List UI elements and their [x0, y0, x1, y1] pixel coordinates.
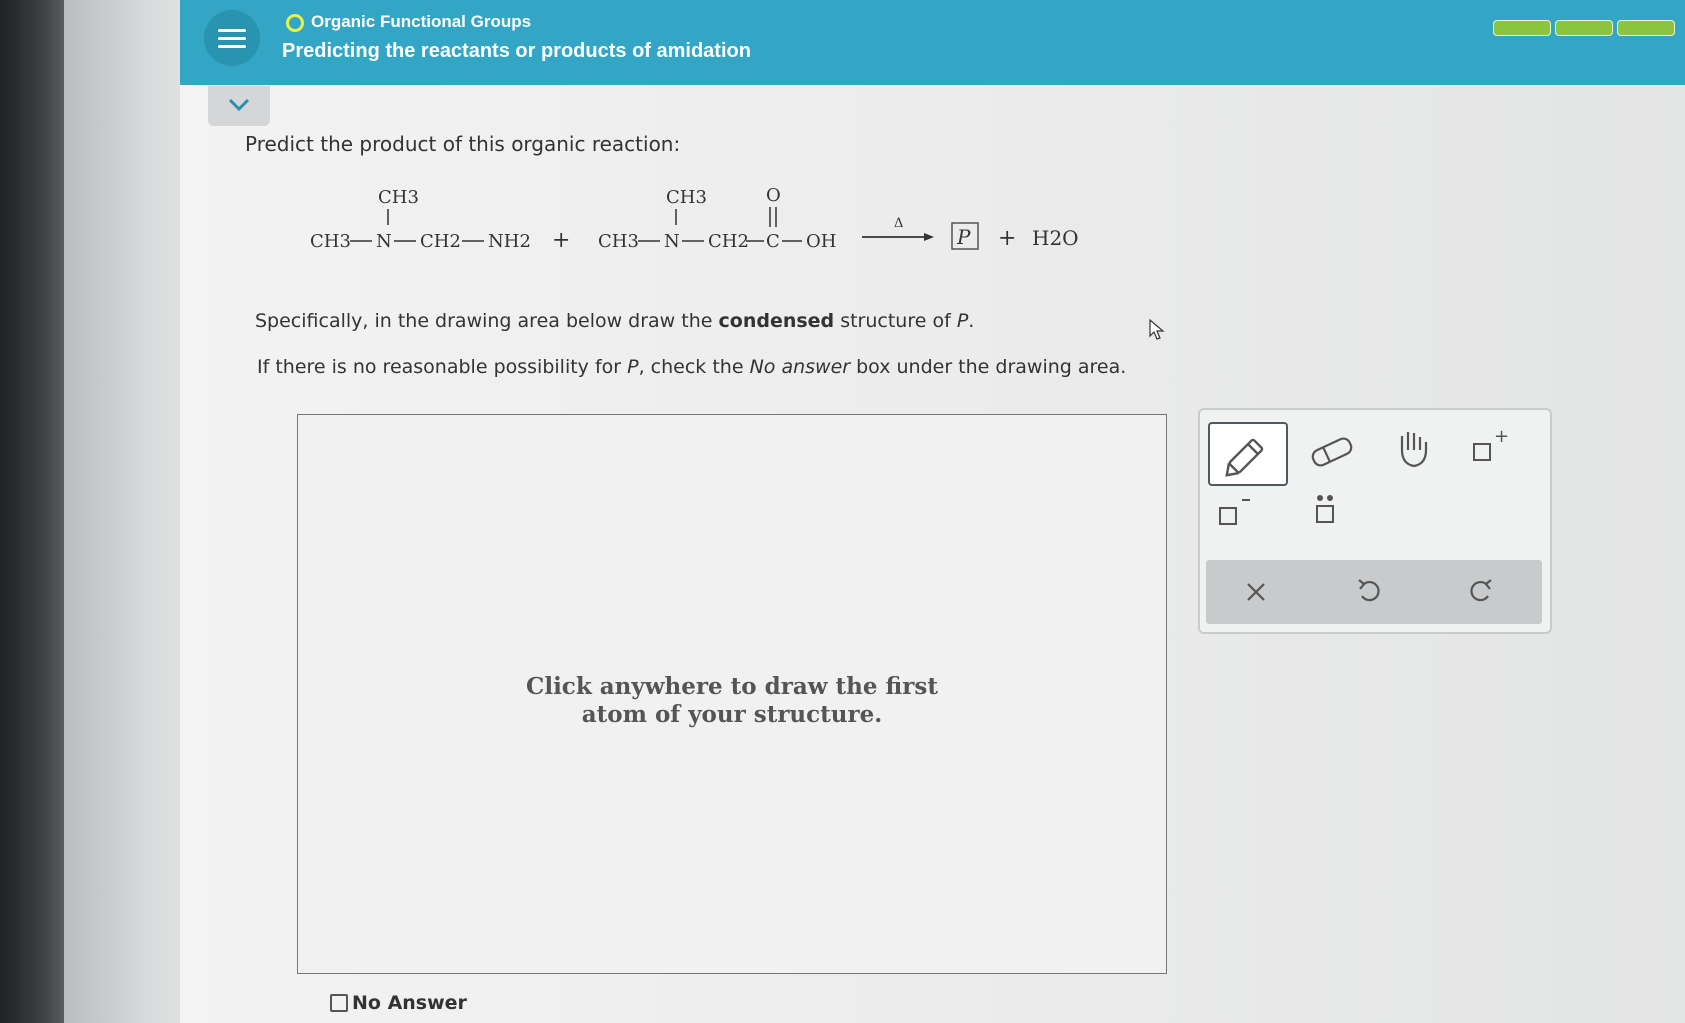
eraser-icon: [1311, 437, 1353, 467]
progress-bar: [1493, 20, 1675, 36]
eraser-tool-button[interactable]: [1302, 426, 1362, 476]
undo-icon: [1358, 579, 1380, 602]
menu-button[interactable]: [204, 10, 260, 66]
pencil-tool-button[interactable]: [1208, 422, 1288, 486]
checkbox-icon: [330, 994, 348, 1012]
add-charge-button[interactable]: +: [1468, 426, 1518, 472]
drawing-canvas[interactable]: Click anywhere to draw the first atom of…: [297, 414, 1167, 974]
r2-group: N: [664, 231, 680, 252]
instruction-text: Specifically, in the drawing area below …: [255, 310, 974, 332]
pencil-icon: [1225, 438, 1264, 477]
header-bar: Organic Functional Groups Predicting the…: [180, 0, 1685, 85]
hand-icon: [1400, 432, 1428, 468]
instruction-part: If there is no reasonable possibility fo…: [257, 356, 628, 378]
progress-segment: [1617, 20, 1675, 36]
r1-group: NH2: [488, 231, 531, 252]
r2-carbonyl-oxygen: O: [766, 185, 781, 206]
svg-text:+: +: [1494, 426, 1509, 447]
monitor-bezel: [0, 0, 64, 1023]
undo-button[interactable]: [1350, 572, 1390, 612]
clear-button[interactable]: [1236, 574, 1276, 610]
no-answer-checkbox[interactable]: No Answer: [330, 992, 467, 1014]
instruction-part: , check the: [638, 356, 750, 378]
redo-icon: [1470, 579, 1492, 602]
topic-status-icon: [286, 14, 304, 32]
instruction-part: structure of: [834, 310, 957, 332]
progress-segment: [1493, 20, 1551, 36]
instruction-part: Specifically, in the drawing area below …: [255, 310, 719, 332]
lone-pair-button[interactable]: [1300, 488, 1350, 538]
screen-margin: [64, 0, 180, 1023]
remove-charge-button[interactable]: [1214, 490, 1264, 536]
menu-icon-line: [218, 29, 246, 32]
r2-group: CH3: [598, 231, 639, 252]
instruction-em: No answer: [749, 356, 851, 378]
lone-pair-icon: [1316, 495, 1334, 523]
no-answer-label: No Answer: [352, 992, 467, 1014]
instruction-part: box under the drawing area.: [850, 356, 1127, 378]
instruction-part: .: [968, 310, 975, 332]
canvas-hint: Click anywhere to draw the first atom of…: [298, 673, 1166, 729]
canvas-hint-line: Click anywhere to draw the first: [526, 673, 938, 700]
add-charge-icon: +: [1473, 426, 1509, 461]
r2-top-methyl: CH3: [666, 187, 707, 208]
mouse-cursor-icon: [1149, 318, 1165, 340]
progress-segment: [1555, 20, 1613, 36]
instruction-var: P: [956, 310, 969, 332]
hand-tool-button[interactable]: [1388, 424, 1440, 474]
heat-symbol: Δ: [894, 216, 903, 231]
r1-top-methyl: CH3: [378, 187, 419, 208]
remove-charge-icon: [1219, 499, 1250, 525]
question-prompt: Predict the product of this organic reac…: [245, 132, 681, 156]
redo-button[interactable]: [1460, 572, 1500, 612]
page-title: Predicting the reactants or products of …: [282, 40, 751, 62]
chevron-down-icon: [228, 98, 250, 112]
r1-group: CH3: [310, 231, 351, 252]
menu-icon-line: [218, 45, 246, 48]
water-formula: H2O: [1032, 226, 1079, 250]
plus-sign: +: [998, 226, 1016, 251]
collapse-button[interactable]: [208, 86, 270, 126]
instruction-bold: condensed: [718, 310, 835, 332]
action-bar: [1206, 560, 1542, 624]
plus-sign: +: [552, 228, 570, 253]
r2-group: C: [766, 231, 780, 252]
drawing-toolbar: +: [1198, 408, 1552, 634]
r1-group: N: [376, 231, 392, 252]
canvas-hint-line: atom of your structure.: [581, 701, 883, 728]
reaction-scheme: CH3 CH3 N CH2 NH2 + CH3 O CH3 N CH2 C OH: [310, 185, 1079, 253]
r2-group: CH2: [708, 231, 749, 252]
app-screen: Organic Functional Groups Predicting the…: [180, 0, 1685, 1023]
instruction-var: P: [627, 356, 639, 378]
r2-group: OH: [806, 231, 836, 252]
menu-icon-line: [218, 37, 246, 40]
r1-group: CH2: [420, 231, 461, 252]
clear-icon: [1247, 583, 1265, 601]
no-answer-instruction: If there is no reasonable possibility fo…: [257, 356, 1126, 378]
product-p: P: [956, 225, 971, 249]
topic-title: Organic Functional Groups: [311, 12, 532, 31]
